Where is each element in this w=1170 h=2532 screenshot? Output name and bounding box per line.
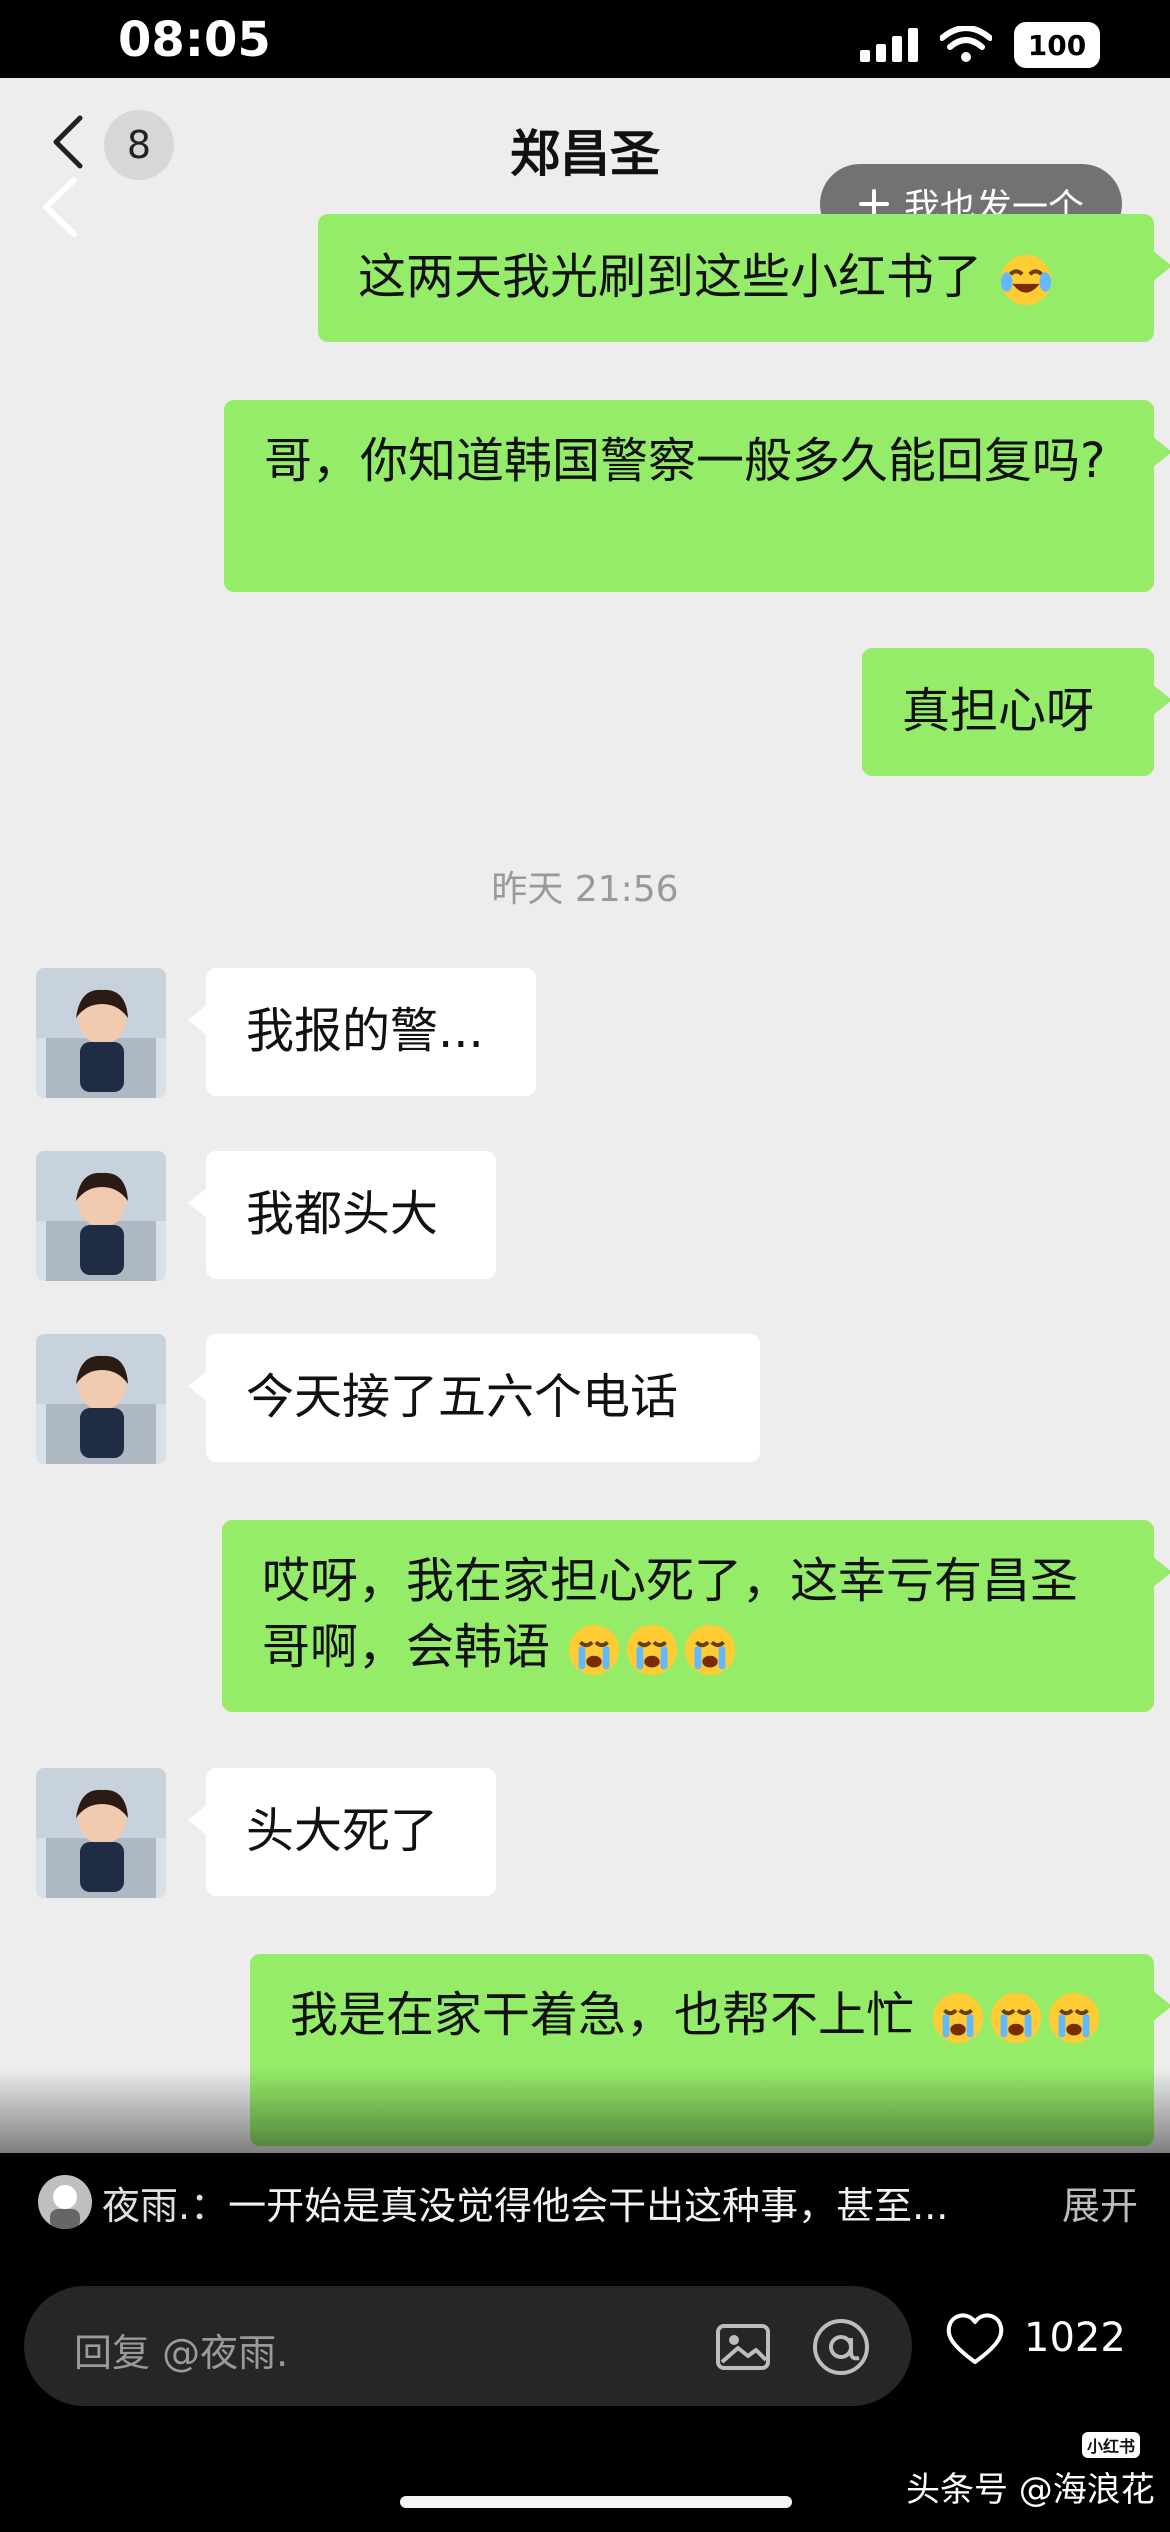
bottom-gradient (0, 2068, 1170, 2153)
like-count: 1022 (1024, 2315, 1126, 2361)
message-text: 真担心呀 (902, 683, 1095, 739)
expand-link[interactable]: 展开 (1062, 2175, 1138, 2230)
contact-avatar[interactable] (36, 1151, 166, 1281)
message-bubble-outgoing: 这两天我光刷到这些小红书了 (318, 214, 1170, 342)
laugh-cry-emoji-icon (1001, 254, 1052, 306)
crying-emoji-icon (685, 1624, 736, 1676)
contact-avatar[interactable] (36, 1334, 166, 1464)
message-bubble-incoming: 我报的警... (188, 968, 536, 1096)
commenter-avatar[interactable] (38, 2175, 92, 2229)
watermark: 头条号 @海浪花 (906, 2470, 1155, 2510)
message-bubble-incoming: 今天接了五六个电话 (188, 1334, 760, 1462)
crying-emoji-icon (991, 1992, 1042, 2044)
xiaohongshu-logo: 小红书 (1082, 2432, 1140, 2458)
wifi-icon (940, 26, 992, 62)
at-mention-icon[interactable] (810, 2316, 872, 2378)
message-bubble-outgoing: 哎呀，我在家担心死了，这幸亏有昌圣哥啊，会韩语 (222, 1520, 1170, 1712)
chat-timestamp: 昨天 21:56 (491, 869, 679, 910)
image-icon[interactable] (714, 2318, 772, 2376)
signal-icon (860, 28, 918, 62)
comment-text: 一开始是真没觉得他会干出这种事，甚至... (228, 2183, 949, 2228)
message-bubble-outgoing: 哥，你知道韩国警察一般多久能回复吗? (224, 400, 1170, 592)
status-bar: 08:05 100 (0, 0, 1170, 78)
overlay-back-icon[interactable] (36, 174, 84, 240)
crying-emoji-icon (1049, 1992, 1100, 2044)
message-text: 今天接了五六个电话 (246, 1369, 679, 1425)
message-bubble-incoming: 头大死了 (188, 1768, 496, 1896)
crying-emoji-icon (627, 1624, 678, 1676)
status-time: 08:05 (118, 12, 271, 68)
message-text: 我报的警... (246, 1003, 484, 1059)
comment-preview[interactable]: 夜雨. ： 一开始是真没觉得他会干出这种事，甚至... 展开 (38, 2172, 1138, 2232)
reply-input[interactable]: 回复 @夜雨. (24, 2286, 912, 2406)
message-bubble-outgoing: 真担心呀 (862, 648, 1170, 776)
like-button[interactable]: 1022 (944, 2310, 1126, 2366)
heart-icon (946, 2313, 1004, 2364)
message-text: 头大死了 (246, 1803, 439, 1859)
battery-indicator: 100 (1014, 22, 1100, 68)
home-indicator (400, 2496, 792, 2508)
comment-colon: ： (190, 2183, 229, 2228)
message-text: 我都头大 (246, 1186, 439, 1242)
comment-author[interactable]: 夜雨. (102, 2175, 190, 2230)
contact-avatar[interactable] (36, 968, 166, 1098)
message-text: 这两天我光刷到这些小红书了 (358, 249, 983, 305)
reply-placeholder: 回复 @夜雨. (74, 2331, 289, 2375)
crying-emoji-icon (569, 1624, 620, 1676)
message-text: 哥，你知道韩国警察一般多久能回复吗? (264, 433, 1106, 489)
crying-emoji-icon (933, 1992, 984, 2044)
contact-avatar[interactable] (36, 1768, 166, 1898)
message-text: 我是在家干着急，也帮不上忙 (290, 1987, 915, 2043)
message-bubble-incoming: 我都头大 (188, 1151, 496, 1279)
chat-screenshot: 8 郑昌圣 我也发一个 这两天我光刷到这些小红书了 哥，你知道韩国警察一般多久能… (0, 78, 1170, 2153)
